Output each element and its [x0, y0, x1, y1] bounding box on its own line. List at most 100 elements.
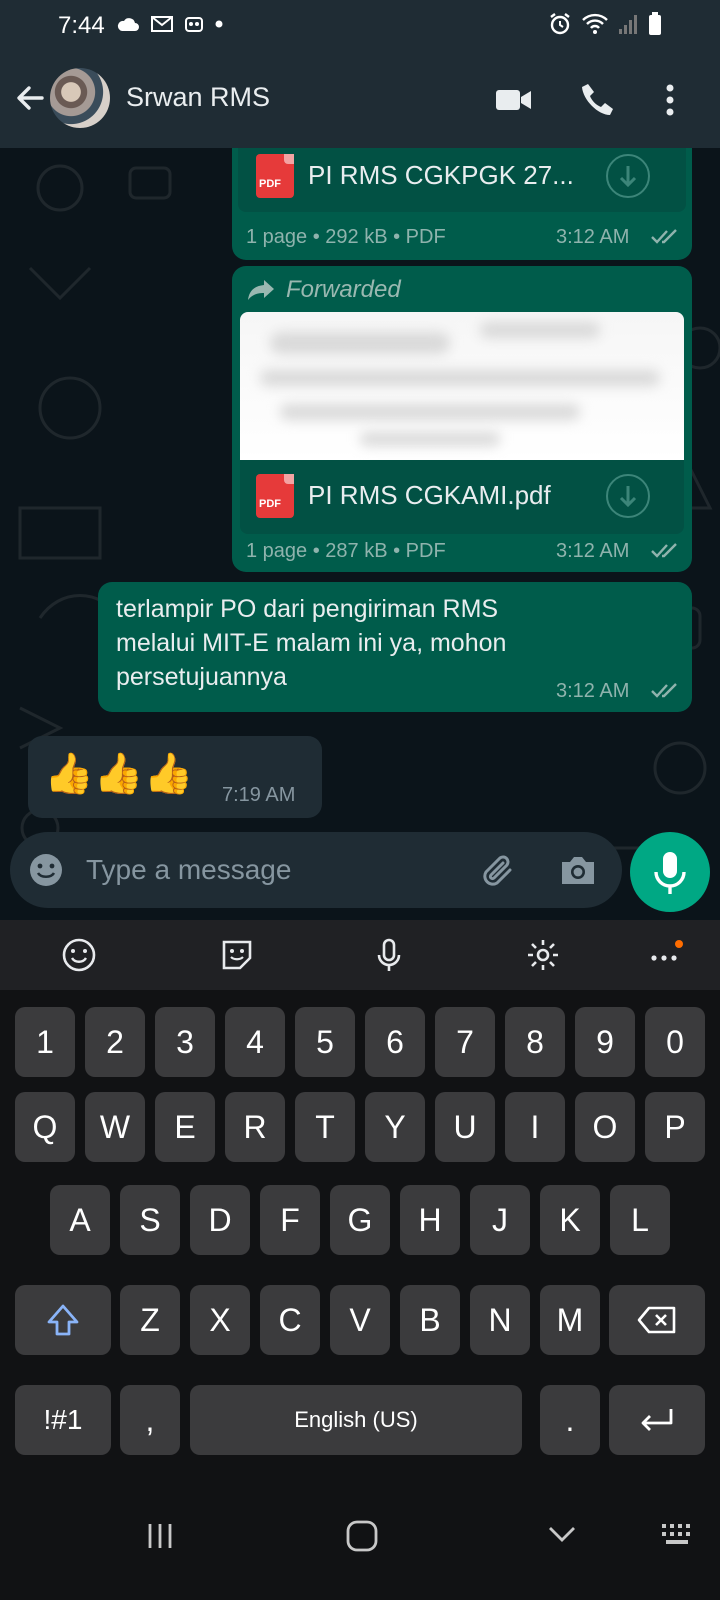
backspace-key[interactable] [609, 1285, 705, 1355]
avatar[interactable] [50, 68, 110, 128]
hide-keyboard-icon[interactable] [546, 1522, 578, 1546]
more-options-icon[interactable] [650, 80, 690, 120]
document-meta: 1 page • 287 kB • PDF [246, 540, 446, 562]
download-button[interactable] [606, 154, 650, 198]
key-5[interactable]: 5 [295, 1007, 355, 1077]
key-k[interactable]: K [540, 1185, 600, 1255]
download-icon [619, 486, 637, 508]
enter-icon [641, 1409, 673, 1431]
incoming-message[interactable]: 👍👍👍 7:19 AM [28, 736, 322, 818]
key-i[interactable]: I [505, 1092, 565, 1162]
cloud-icon [117, 18, 139, 31]
shift-key[interactable] [15, 1285, 111, 1355]
read-ticks-icon [651, 543, 677, 558]
backspace-icon [637, 1306, 676, 1334]
more-keyboard-options-icon[interactable] [646, 936, 684, 974]
symbols-key[interactable]: !#1 [15, 1385, 111, 1455]
document-name: PI RMS CGKPGK 27... [308, 160, 574, 190]
message-time: 3:12 AM [556, 680, 630, 702]
key-a[interactable]: A [50, 1185, 110, 1255]
read-ticks-icon [651, 683, 677, 698]
outgoing-document-message[interactable]: PDF PI RMS CGKPGK 27... 1 page • 292 kB … [232, 148, 692, 260]
key-2[interactable]: 2 [85, 1007, 145, 1077]
enter-key[interactable] [609, 1385, 705, 1455]
key-7[interactable]: 7 [435, 1007, 495, 1077]
emoji-icon[interactable] [28, 852, 64, 888]
system-icons [548, 12, 662, 36]
pdf-file-icon: PDF [256, 154, 294, 198]
key-u[interactable]: U [435, 1092, 495, 1162]
comma-key[interactable]: , [120, 1385, 180, 1455]
key-3[interactable]: 3 [155, 1007, 215, 1077]
key-r[interactable]: R [225, 1092, 285, 1162]
key-o[interactable]: O [575, 1092, 635, 1162]
message-line: melalui MIT-E malam ini ya, mohon [116, 629, 507, 657]
message-time: 3:12 AM [556, 226, 630, 248]
camera-icon[interactable] [558, 852, 598, 888]
key-x[interactable]: X [190, 1285, 250, 1355]
keyboard-emoji-icon[interactable] [60, 936, 98, 974]
message-composer[interactable]: Type a message [10, 832, 622, 908]
key-4[interactable]: 4 [225, 1007, 285, 1077]
pdf-file-icon: PDF [256, 474, 294, 518]
video-call-icon[interactable] [494, 80, 534, 120]
key-n[interactable]: N [470, 1285, 530, 1355]
chat-header: Srwan RMS [0, 50, 720, 148]
key-s[interactable]: S [120, 1185, 180, 1255]
key-g[interactable]: G [330, 1185, 390, 1255]
message-input[interactable]: Type a message [86, 854, 291, 886]
key-h[interactable]: H [400, 1185, 460, 1255]
document-attachment[interactable]: PDF PI RMS CGKAMI.pdf [240, 460, 684, 534]
key-0[interactable]: 0 [645, 1007, 705, 1077]
sticker-icon[interactable] [218, 936, 256, 974]
document-name: PI RMS CGKAMI.pdf [308, 480, 551, 510]
key-9[interactable]: 9 [575, 1007, 635, 1077]
recent-apps-icon[interactable] [144, 1520, 176, 1552]
space-bar[interactable]: English (US) [190, 1385, 522, 1455]
key-z[interactable]: Z [120, 1285, 180, 1355]
shift-icon [47, 1304, 79, 1336]
key-p[interactable]: P [645, 1092, 705, 1162]
forwarded-icon [248, 280, 274, 300]
key-q[interactable]: Q [15, 1092, 75, 1162]
voice-message-button[interactable] [630, 832, 710, 912]
chat-area[interactable]: PDF PI RMS CGKPGK 27... 1 page • 292 kB … [0, 148, 720, 918]
key-6[interactable]: 6 [365, 1007, 425, 1077]
voice-call-icon[interactable] [578, 80, 618, 120]
document-meta: 1 page • 292 kB • PDF [246, 226, 446, 248]
key-d[interactable]: D [190, 1185, 250, 1255]
period-key[interactable]: . [540, 1385, 600, 1455]
contact-name[interactable]: Srwan RMS [126, 82, 270, 113]
key-l[interactable]: L [610, 1185, 670, 1255]
message-time: 7:19 AM [222, 784, 296, 806]
key-8[interactable]: 8 [505, 1007, 565, 1077]
key-e[interactable]: E [155, 1092, 215, 1162]
document-preview[interactable] [240, 312, 684, 460]
keyboard-switch-icon[interactable] [660, 1522, 696, 1550]
key-b[interactable]: B [400, 1285, 460, 1355]
key-y[interactable]: Y [365, 1092, 425, 1162]
key-j[interactable]: J [470, 1185, 530, 1255]
outgoing-forwarded-document[interactable]: Forwarded PDF PI RMS CGKAMI.pdf 1 page •… [232, 266, 692, 572]
status-time: 7:44 [58, 12, 105, 39]
gmail-icon [151, 16, 173, 32]
home-icon[interactable] [344, 1518, 380, 1554]
outgoing-text-message[interactable]: terlampir PO dari pengiriman RMS melalui… [98, 582, 692, 712]
notification-icons [116, 14, 224, 34]
document-attachment[interactable]: PDF PI RMS CGKPGK 27... [238, 148, 686, 212]
key-c[interactable]: C [260, 1285, 320, 1355]
read-ticks-icon [651, 229, 677, 244]
key-m[interactable]: M [540, 1285, 600, 1355]
key-v[interactable]: V [330, 1285, 390, 1355]
attach-icon[interactable] [480, 852, 518, 890]
key-1[interactable]: 1 [15, 1007, 75, 1077]
voice-input-icon[interactable] [370, 936, 408, 974]
key-w[interactable]: W [85, 1092, 145, 1162]
key-t[interactable]: T [295, 1092, 355, 1162]
settings-gear-icon[interactable] [524, 936, 562, 974]
message-time: 3:12 AM [556, 540, 630, 562]
message-line: persetujuannya [116, 663, 287, 691]
download-button[interactable] [606, 474, 650, 518]
key-f[interactable]: F [260, 1185, 320, 1255]
back-arrow-icon[interactable] [12, 80, 48, 116]
